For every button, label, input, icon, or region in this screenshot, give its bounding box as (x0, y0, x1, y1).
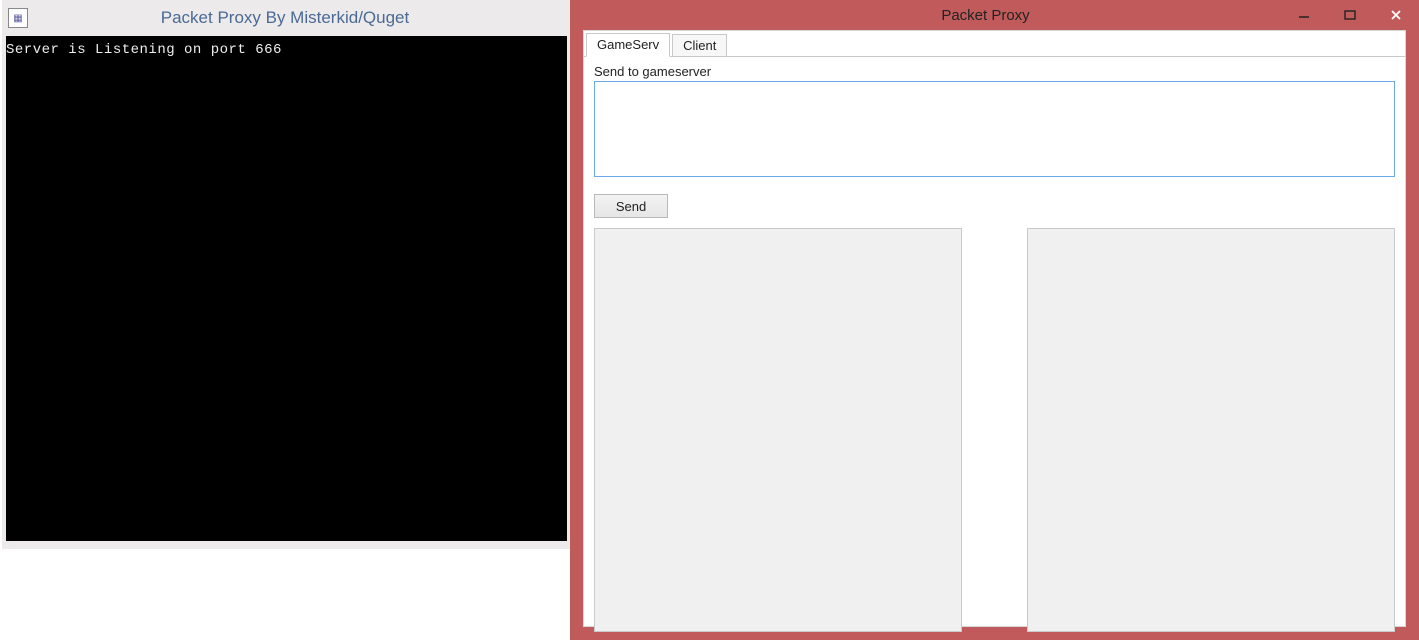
output-panel-left[interactable] (594, 228, 962, 632)
tab-gameserv[interactable]: GameServ (586, 33, 670, 57)
proxy-title: Packet Proxy (570, 7, 1281, 24)
console-title: Packet Proxy By Misterkid/Quget (36, 8, 564, 28)
tabstrip: GameServ Client (584, 33, 1405, 57)
close-button[interactable] (1373, 4, 1419, 26)
close-icon (1388, 7, 1404, 23)
console-output[interactable]: Server is Listening on port 666 (6, 36, 567, 541)
window-controls (1281, 4, 1419, 26)
send-label: Send to gameserver (594, 64, 1395, 79)
console-window: ▦ Packet Proxy By Misterkid/Quget Server… (2, 0, 570, 549)
proxy-window: Packet Proxy GameServ Client Send to gam… (570, 0, 1419, 640)
minimize-icon (1296, 7, 1312, 23)
proxy-titlebar[interactable]: Packet Proxy (570, 0, 1419, 30)
console-app-icon[interactable]: ▦ (8, 8, 28, 28)
send-input[interactable] (594, 81, 1395, 177)
tab-content: Send to gameserver Send (584, 57, 1405, 642)
tab-client[interactable]: Client (672, 34, 727, 56)
maximize-button[interactable] (1327, 4, 1373, 26)
output-panel-right[interactable] (1027, 228, 1395, 632)
minimize-button[interactable] (1281, 4, 1327, 26)
send-button[interactable]: Send (594, 194, 668, 218)
maximize-icon (1342, 7, 1358, 23)
proxy-client-area: GameServ Client Send to gameserver Send (583, 30, 1406, 627)
console-titlebar[interactable]: ▦ Packet Proxy By Misterkid/Quget (2, 0, 570, 36)
output-panels (594, 228, 1395, 632)
